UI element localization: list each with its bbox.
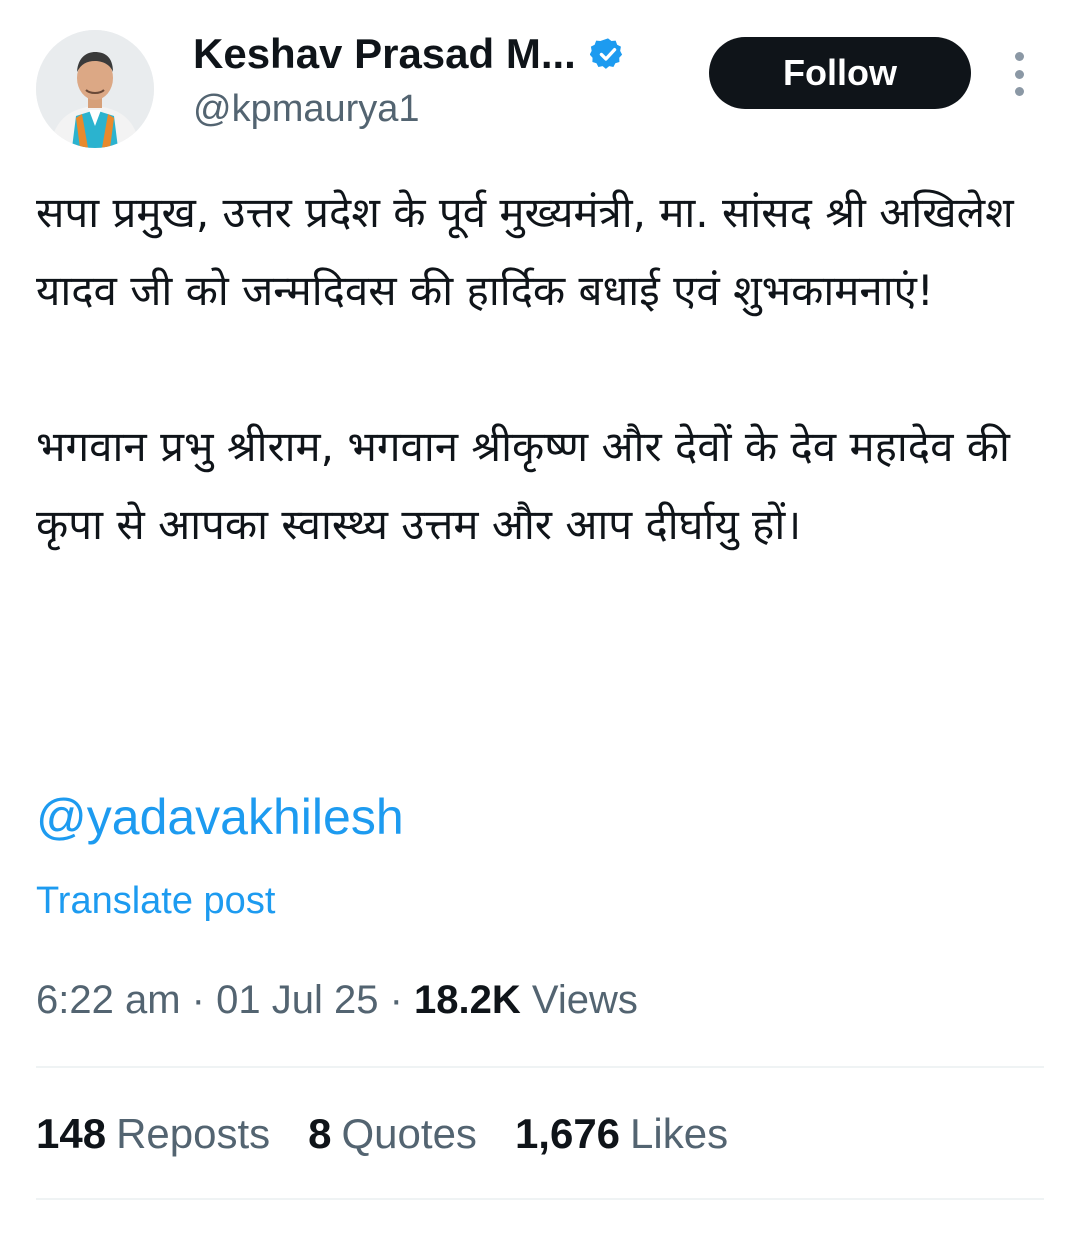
tweet-date[interactable]: 01 Jul 25 <box>216 978 378 1022</box>
mention-link[interactable]: @yadavakhilesh <box>36 788 404 846</box>
display-name-row[interactable]: Keshav Prasad M... <box>193 30 626 78</box>
follow-button[interactable]: Follow <box>709 37 971 109</box>
tweet-text: सपा प्रमुख, उत्तर प्रदेश के पूर्व मुख्यम… <box>36 174 1046 564</box>
tweet-paragraph-1: सपा प्रमुख, उत्तर प्रदेश के पूर्व मुख्यम… <box>36 188 1014 315</box>
meta-separator: · <box>191 978 205 1022</box>
quotes-label: Quotes <box>341 1110 477 1157</box>
reposts-label: Reposts <box>116 1110 271 1157</box>
meta-separator: · <box>389 978 403 1022</box>
translate-post-link[interactable]: Translate post <box>36 880 275 923</box>
more-vertical-icon[interactable] <box>1004 52 1034 96</box>
user-handle[interactable]: @kpmaurya1 <box>193 88 420 131</box>
views-count: 18.2K <box>414 978 521 1022</box>
quotes-count: 8 <box>308 1110 332 1157</box>
views-label: Views <box>531 978 638 1022</box>
more-dot <box>1014 87 1024 96</box>
reposts-stat[interactable]: 148 Reposts <box>36 1110 270 1158</box>
avatar[interactable] <box>36 30 154 148</box>
divider <box>36 1066 1044 1068</box>
tweet-meta: 6:22 am · 01 Jul 25 · 18.2K Views <box>36 978 638 1023</box>
quotes-stat[interactable]: 8 Quotes <box>308 1110 477 1158</box>
likes-count: 1,676 <box>514 1110 621 1157</box>
verified-badge-icon[interactable] <box>589 36 626 72</box>
tweet-paragraph-2: भगवान प्रभु श्रीराम, भगवान श्रीकृष्ण और … <box>36 422 1010 549</box>
divider <box>36 1198 1044 1200</box>
more-dot <box>1014 52 1024 61</box>
reposts-count: 148 <box>36 1110 107 1157</box>
likes-stat[interactable]: 1,676 Likes <box>515 1110 728 1158</box>
profile-photo <box>36 30 154 148</box>
likes-label: Likes <box>630 1110 729 1157</box>
display-name[interactable]: Keshav Prasad M... <box>193 30 576 78</box>
tweet-time[interactable]: 6:22 am <box>36 978 181 1022</box>
engagement-stats: 148 Reposts 8 Quotes 1,676 Likes <box>36 1110 766 1158</box>
more-dot <box>1014 69 1024 79</box>
